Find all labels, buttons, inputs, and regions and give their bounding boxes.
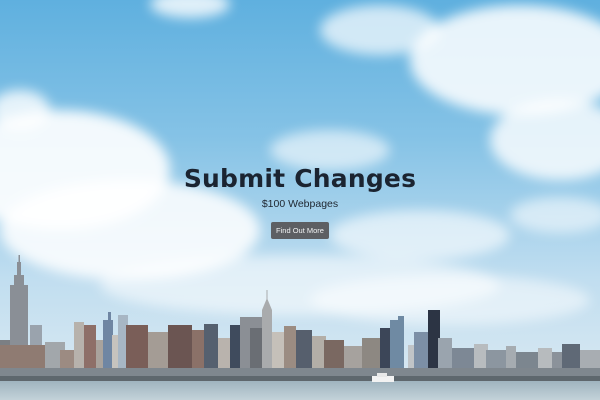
find-out-more-button[interactable]: Find Out More [271,222,329,239]
hero-section: Submit Changes $100 Webpages Find Out Mo… [0,0,600,400]
hero-content: Submit Changes $100 Webpages Find Out Mo… [0,163,600,239]
hero-subtitle: $100 Webpages [261,198,339,210]
hero-title: Submit Changes [183,164,417,193]
